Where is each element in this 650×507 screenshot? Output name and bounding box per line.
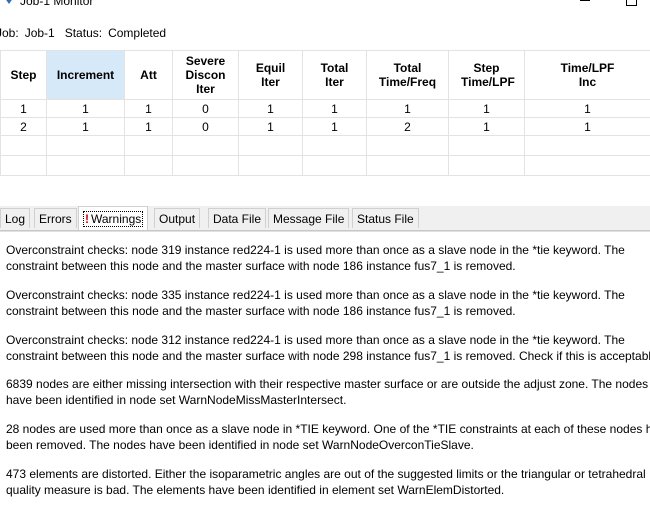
warning-message: Overconstraint checks: node 319 instance… [6, 242, 648, 274]
tab-label: Warnings [91, 212, 141, 226]
warning-message: Overconstraint checks: node 312 instance… [6, 332, 648, 364]
empty-row [1, 156, 650, 176]
col-header-total-time-freq[interactable]: Total Time/Freq [367, 51, 449, 100]
tab-label: Output [159, 212, 195, 226]
table-cell: 2 [367, 118, 449, 136]
table-cell: 1 [303, 100, 367, 118]
table-cell: 1 [449, 118, 525, 136]
warning-icon: ! [85, 212, 89, 226]
warning-message: Overconstraint checks: node 335 instance… [6, 287, 648, 319]
app-icon [2, 0, 16, 4]
minimize-icon[interactable] [580, 0, 590, 1]
warning-message: 473 elements are distorted. Either the i… [6, 466, 648, 498]
tab-warnings[interactable]: !Warnings [78, 206, 148, 230]
col-header-equil-iter[interactable]: Equil Iter [239, 51, 303, 100]
tab-errors[interactable]: Errors [34, 208, 77, 228]
tab-focus: !Warnings [83, 211, 143, 227]
empty-row [1, 136, 650, 156]
table-row[interactable]: 1 1 1 0 1 1 1 1 1 [1, 100, 650, 118]
status-label: Status: [65, 26, 102, 40]
table-cell: 1 [239, 118, 303, 136]
table-cell: 1 [303, 118, 367, 136]
maximize-icon[interactable] [626, 0, 637, 6]
tab-log[interactable]: Log [0, 208, 30, 228]
status-value: Completed [108, 26, 166, 40]
table-cell: 1 [449, 100, 525, 118]
table-cell: 1 [125, 100, 173, 118]
col-header-time-lpf-inc[interactable]: Time/LPF Inc [525, 51, 650, 100]
col-header-step[interactable]: Step [1, 51, 47, 100]
job-value: Job-1 [25, 26, 55, 40]
window-title: Job-1 Monitor [20, 0, 93, 8]
table-cell: 1 [47, 100, 125, 118]
col-header-increment[interactable]: Increment [47, 51, 125, 100]
tab-data-file[interactable]: Data File [208, 208, 266, 228]
table-cell: 1 [525, 118, 650, 136]
col-header-att[interactable]: Att [125, 51, 173, 100]
tab-status-file[interactable]: Status File [352, 208, 419, 228]
table-cell: 1 [1, 100, 47, 118]
table-cell: 0 [173, 100, 239, 118]
warnings-text-area[interactable]: Overconstraint checks: node 319 instance… [0, 231, 650, 507]
tab-output[interactable]: Output [154, 208, 200, 228]
table-cell: 1 [525, 100, 650, 118]
table-header-row: Step Increment Att Severe Discon Iter Eq… [1, 51, 650, 100]
table-cell: 0 [173, 118, 239, 136]
tab-bar: Log Errors !Warnings Output Data File Me… [0, 206, 650, 231]
table-row[interactable]: 2 1 1 0 1 1 2 1 1 [1, 118, 650, 136]
tab-label: Message File [273, 212, 344, 226]
tab-label: Errors [39, 212, 72, 226]
tab-label: Status File [357, 212, 414, 226]
tab-message-file[interactable]: Message File [268, 208, 349, 228]
job-status-line: Job: Job-1 Status: Completed [0, 24, 172, 42]
warning-message: 6839 nodes are either missing intersecti… [6, 376, 648, 408]
col-header-step-time-lpf[interactable]: Step Time/LPF [449, 51, 525, 100]
table-cell: 1 [125, 118, 173, 136]
tab-label: Log [5, 212, 25, 226]
table-cell: 1 [239, 100, 303, 118]
table-cell: 1 [47, 118, 125, 136]
tab-label: Data File [213, 212, 261, 226]
table-cell: 1 [367, 100, 449, 118]
title-bar: Job-1 Monitor [0, 0, 650, 10]
table-cell: 2 [1, 118, 47, 136]
increment-table: Step Increment Att Severe Discon Iter Eq… [0, 50, 650, 176]
col-header-total-iter[interactable]: Total Iter [303, 51, 367, 100]
job-label: Job: [0, 26, 19, 40]
col-header-severe-discon-iter[interactable]: Severe Discon Iter [173, 51, 239, 100]
warning-message: 28 nodes are used more than once as a sl… [6, 421, 648, 453]
